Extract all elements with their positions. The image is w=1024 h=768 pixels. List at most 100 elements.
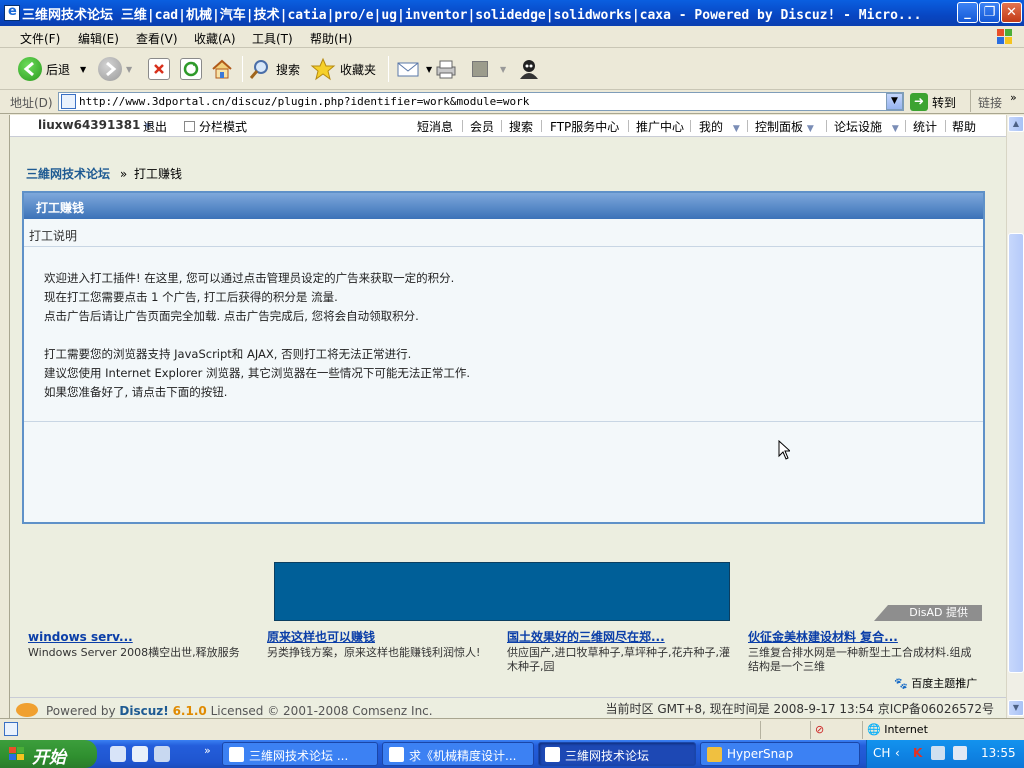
task-button[interactable]: 求《机械精度设计...: [382, 742, 534, 766]
discuz-link[interactable]: Discuz!: [119, 704, 168, 718]
clock: 13:55: [981, 746, 1016, 760]
favorites-button[interactable]: 收藏夹: [310, 55, 376, 83]
edit-button[interactable]: ▼: [472, 55, 506, 83]
instruction-line: 打工需要您的浏览器支持 JavaScript和 AJAX, 否则打工将无法正常进…: [44, 347, 412, 361]
links-label[interactable]: 链接: [978, 94, 1002, 111]
logout-link[interactable]: 退出: [143, 118, 167, 135]
favorites-star-icon: [310, 57, 336, 81]
task-button[interactable]: HyperSnap: [700, 742, 860, 766]
ad-column[interactable]: 国土效果好的三维网尽在郑... 供应国产,进口牧草种子,草坪种子,花卉种子,灌木…: [507, 630, 739, 674]
menu-view[interactable]: 查看(V): [136, 30, 178, 47]
forward-dropdown-icon[interactable]: ▼: [126, 65, 132, 74]
breadcrumb: 三維网技术论坛 » 打工赚钱: [26, 165, 182, 182]
scroll-down-icon[interactable]: ▼: [1008, 700, 1024, 716]
ad-title-link[interactable]: windows serv...: [28, 630, 253, 644]
antivirus-icon[interactable]: K: [913, 746, 922, 760]
scroll-thumb[interactable]: [1008, 233, 1024, 673]
scroll-up-icon[interactable]: ▲: [1008, 116, 1024, 132]
nav-divider: [945, 120, 946, 132]
nav-forum-tools[interactable]: 论坛设施 ▼: [834, 118, 899, 135]
nav-promotion[interactable]: 推广中心: [636, 118, 684, 135]
split-mode-checkbox[interactable]: [184, 121, 195, 132]
minimize-button[interactable]: _: [957, 2, 978, 23]
status-cell: [760, 721, 810, 739]
nav-members[interactable]: 会员: [470, 118, 494, 135]
discuz-logo-icon: [16, 703, 38, 717]
language-indicator[interactable]: CH: [873, 746, 890, 760]
quicklaunch-app-icon[interactable]: [154, 746, 170, 762]
chevron-down-icon: ▼: [806, 124, 814, 134]
paw-icon: 🐾: [894, 677, 908, 690]
address-dropdown-icon[interactable]: ▼: [886, 93, 903, 110]
back-arrow-icon: [18, 57, 42, 81]
start-button[interactable]: 开始: [0, 740, 97, 768]
split-mode-toggle[interactable]: 分栏模式: [184, 118, 247, 135]
breadcrumb-home[interactable]: 三維网技术论坛: [26, 167, 110, 181]
forward-button[interactable]: ▼: [98, 55, 132, 83]
quicklaunch-ie-icon[interactable]: [132, 746, 148, 762]
ad-title-link[interactable]: 伙征金美林建设材料 复合...: [748, 630, 973, 644]
menu-favorites[interactable]: 收藏(A): [194, 30, 236, 47]
search-button[interactable]: 搜索: [248, 55, 300, 83]
messenger-button[interactable]: [516, 55, 542, 83]
go-button[interactable]: 转到: [932, 94, 956, 111]
nav-messages[interactable]: 短消息: [417, 118, 453, 135]
home-button[interactable]: [210, 55, 234, 83]
address-input[interactable]: http://www.3dportal.cn/discuz/plugin.php…: [58, 92, 904, 111]
nav-stats[interactable]: 统计: [913, 118, 937, 135]
menu-tools[interactable]: 工具(T): [252, 30, 293, 47]
globe-icon: 🌐: [867, 723, 881, 736]
back-button[interactable]: 后退 ▼: [18, 55, 86, 83]
go-arrow-icon[interactable]: ➜: [910, 93, 928, 111]
tray-expand-icon[interactable]: ‹: [895, 746, 900, 760]
back-dropdown-icon[interactable]: ▼: [80, 65, 86, 74]
quicklaunch-desktop-icon[interactable]: [110, 746, 126, 762]
nav-my[interactable]: 我的 ▼: [699, 118, 740, 135]
task-button[interactable]: 三維网技术论坛 ...: [222, 742, 378, 766]
restore-button[interactable]: ❐: [979, 2, 1000, 23]
ad-title-link[interactable]: 国土效果好的三维网尽在郑...: [507, 630, 739, 644]
close-button[interactable]: ✕: [1001, 2, 1022, 23]
nav-divider: [462, 120, 463, 132]
menu-edit[interactable]: 编辑(E): [78, 30, 119, 47]
ad-banner[interactable]: [274, 562, 730, 621]
ad-column[interactable]: 伙征金美林建设材料 复合... 三维复合排水网是一种新型土工合成材料.组成结构是…: [748, 630, 973, 674]
messenger-icon: [520, 60, 538, 79]
menu-help[interactable]: 帮助(H): [310, 30, 352, 47]
menu-file[interactable]: 文件(F): [20, 30, 60, 47]
mail-button[interactable]: ▼: [396, 55, 432, 83]
nav-divider: [690, 120, 691, 132]
refresh-button[interactable]: [180, 55, 202, 83]
server-time: 当前时区 GMT+8, 现在时间是 2008-9-17 13:54 京ICP备0…: [605, 702, 994, 716]
task-button-active[interactable]: 三維网技术论坛: [538, 742, 696, 766]
vertical-scrollbar[interactable]: ▲ ▼: [1006, 115, 1024, 718]
mail-dropdown-icon[interactable]: ▼: [426, 65, 432, 74]
baidu-promo-link[interactable]: 🐾 百度主题推广: [894, 675, 977, 691]
ad-column[interactable]: 原来这样也可以赚钱 另类挣钱方案，原来这样也能赚钱利润惊人!: [267, 630, 492, 660]
favorites-label: 收藏夹: [340, 62, 377, 77]
ad-column[interactable]: windows serv... Windows Server 2008横空出世,…: [28, 630, 253, 660]
network-icon[interactable]: [931, 746, 945, 760]
nav-help[interactable]: 帮助: [952, 118, 976, 135]
toolbar-separator: [242, 56, 243, 82]
printer-icon: [436, 60, 456, 79]
ad-description: 三维复合排水网是一种新型土工合成材料.组成结构是一个三维: [748, 646, 972, 673]
edit-dropdown-icon[interactable]: ▼: [500, 65, 506, 74]
menu-bar: 文件(F) 编辑(E) 查看(V) 收藏(A) 工具(T) 帮助(H): [0, 26, 1024, 48]
nav-search[interactable]: 搜索: [509, 118, 533, 135]
nav-ftp[interactable]: FTP服务中心: [550, 118, 619, 135]
forward-arrow-icon: [98, 57, 122, 81]
username-link[interactable]: liuxw64391381 ▼: [38, 118, 152, 132]
panel-subtitle: 打工说明: [24, 219, 983, 247]
quicklaunch-more-icon[interactable]: »: [204, 744, 211, 757]
ie-task-icon: [545, 747, 560, 762]
tray-app-icon[interactable]: [953, 746, 967, 760]
print-button[interactable]: [434, 55, 458, 83]
page-viewport: liuxw64391381 ▼ 退出 分栏模式 短消息 会员 搜索 FTP服务中…: [10, 115, 1006, 718]
stop-icon: [148, 58, 170, 80]
links-chevron-icon[interactable]: »: [1010, 91, 1017, 104]
ad-title-link[interactable]: 原来这样也可以赚钱: [267, 630, 492, 644]
nav-control-panel[interactable]: 控制面板 ▼: [755, 118, 814, 135]
instruction-line: 如果您准备好了, 请点击下面的按钮.: [44, 385, 228, 399]
stop-button[interactable]: [148, 55, 170, 83]
